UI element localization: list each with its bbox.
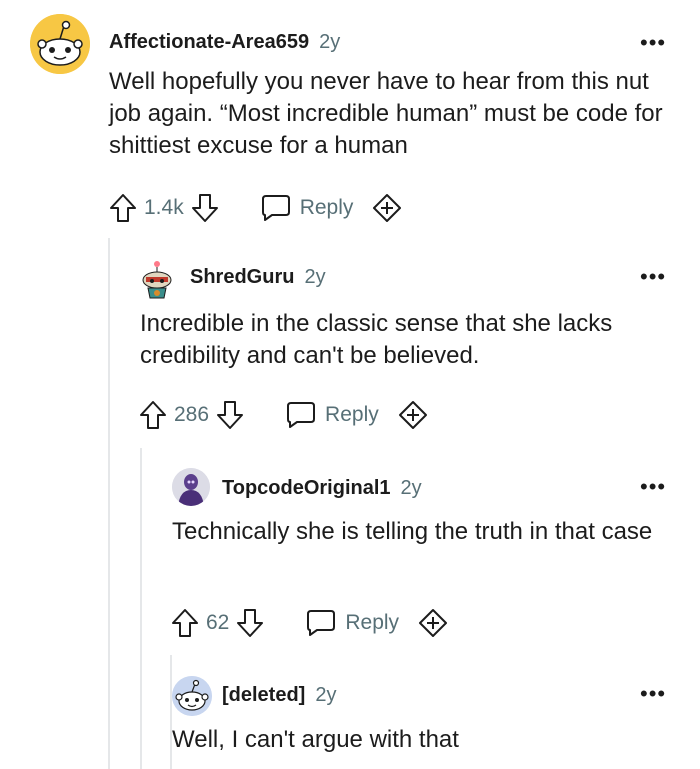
comment-text: Well, I can't argue with that [172,726,459,753]
more-options-icon[interactable]: ••• [640,683,666,705]
reply-label: Reply [299,196,354,219]
user-avatar[interactable] [172,468,210,506]
comment-bubble-icon [261,195,290,221]
more-options-icon[interactable]: ••• [640,32,666,54]
snoo-avatar-icon [142,261,172,299]
snoo-avatar-icon [172,676,212,716]
vote-score: 286 [174,403,210,426]
upvote-icon [140,401,166,429]
downvote-icon [237,609,264,637]
snoo-avatar-icon [30,14,90,74]
user-avatar[interactable] [140,260,174,300]
award-plus-icon [373,194,402,222]
comment-timestamp[interactable]: 2y [304,266,325,289]
vote-score: 62 [206,611,230,634]
reply-label: Reply [345,611,400,634]
award-button[interactable] [397,399,429,431]
reply-label: Reply [325,403,379,426]
award-button[interactable] [417,607,449,639]
comment-text: Technically she is telling the truth in … [172,518,653,545]
comment-author[interactable]: [deleted] [222,684,305,707]
reply-button[interactable]: Reply [260,193,354,223]
more-options-icon[interactable]: ••• [640,266,666,288]
vote-score: 1.4k [144,196,184,219]
downvote-icon [191,194,218,222]
comment-timestamp[interactable]: 2y [401,477,422,500]
user-avatar[interactable] [30,14,90,74]
award-plus-icon [419,609,448,637]
upvote-button[interactable] [170,607,200,639]
upvote-button[interactable] [108,192,138,224]
thread-line-level-2[interactable] [140,448,142,769]
reply-button[interactable]: Reply [285,400,379,430]
user-avatar[interactable] [172,676,212,716]
reply-button[interactable]: Reply [305,608,399,638]
snoo-avatar-icon [172,468,210,506]
comment-text: Incredible in the classic sense that she… [140,310,613,369]
thread-line-level-1[interactable] [108,238,110,769]
upvote-icon [172,609,198,637]
comment-timestamp[interactable]: 2y [315,684,336,707]
comment-timestamp[interactable]: 2y [319,31,340,54]
upvote-icon [110,194,136,222]
comment-bubble-icon [287,402,316,428]
comment-author[interactable]: TopcodeOriginal1 [222,477,391,500]
award-plus-icon [398,401,427,429]
downvote-icon [217,401,244,429]
upvote-button[interactable] [138,399,168,431]
more-options-icon[interactable]: ••• [640,476,666,498]
comment-text: Well hopefully you never have to hear fr… [109,68,663,159]
comment-bubble-icon [307,610,336,636]
downvote-button[interactable] [190,192,220,224]
downvote-button[interactable] [215,399,245,431]
comment-author[interactable]: Affectionate-Area659 [109,31,309,54]
downvote-button[interactable] [235,607,265,639]
award-button[interactable] [371,192,403,224]
comment-author[interactable]: ShredGuru [190,266,294,289]
